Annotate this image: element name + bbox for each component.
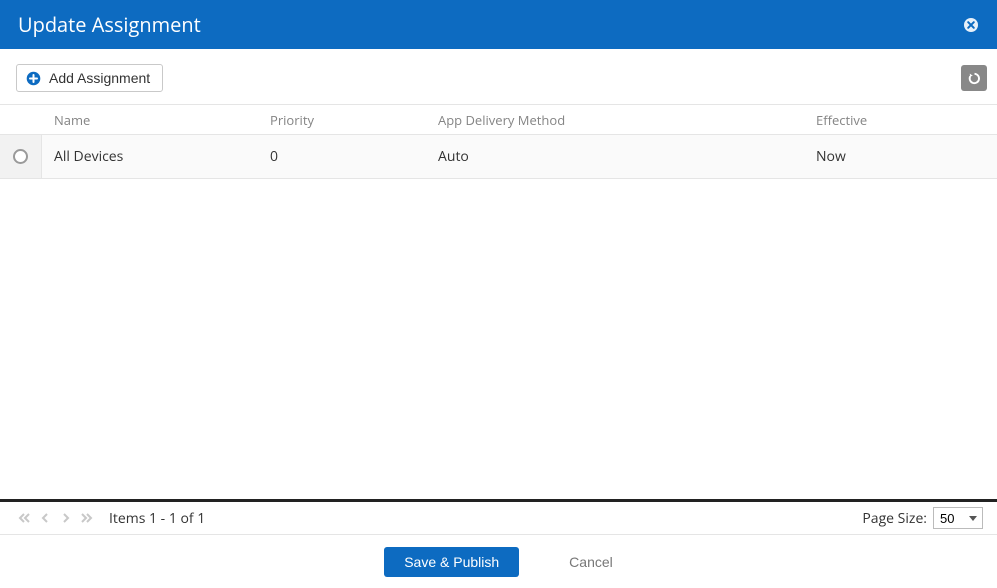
close-button[interactable] [963,17,979,33]
cell-effective: Now [816,147,997,166]
page-size-label: Page Size: [862,509,927,528]
toolbar: Add Assignment [0,49,997,105]
add-assignment-label: Add Assignment [49,70,150,86]
cell-method: Auto [438,147,816,166]
first-page-button[interactable] [18,512,30,524]
row-select-radio[interactable] [13,149,28,164]
action-bar: Save & Publish Cancel [0,535,997,588]
close-icon [963,17,979,33]
page-size-select[interactable]: 50 [933,507,983,529]
table-header-row: Name Priority App Delivery Method Effect… [0,105,997,135]
assignment-table: Name Priority App Delivery Method Effect… [0,105,997,179]
chevron-right-icon [60,512,72,524]
modal-title: Update Assignment [18,11,201,38]
pagination-nav [18,512,93,524]
cancel-button[interactable]: Cancel [569,554,613,570]
double-chevron-left-icon [18,512,30,524]
pagination-bar: Items 1 - 1 of 1 Page Size: 50 [0,502,997,535]
column-header-effective[interactable]: Effective [816,111,997,129]
refresh-button[interactable] [961,65,987,91]
save-publish-button[interactable]: Save & Publish [384,547,519,577]
chevron-left-icon [39,512,51,524]
last-page-button[interactable] [81,512,93,524]
column-header-name[interactable]: Name [42,111,270,129]
plus-circle-icon [26,71,41,86]
table-row[interactable]: All Devices 0 Auto Now [0,135,997,179]
prev-page-button[interactable] [39,512,51,524]
modal-header: Update Assignment [0,0,997,49]
next-page-button[interactable] [60,512,72,524]
cell-priority: 0 [270,147,438,166]
add-assignment-button[interactable]: Add Assignment [16,64,163,92]
cell-name: All Devices [42,147,270,166]
column-header-method[interactable]: App Delivery Method [438,111,816,129]
double-chevron-right-icon [81,512,93,524]
column-header-priority[interactable]: Priority [270,111,438,129]
pagination-status: Items 1 - 1 of 1 [109,509,205,528]
refresh-icon [967,71,982,86]
